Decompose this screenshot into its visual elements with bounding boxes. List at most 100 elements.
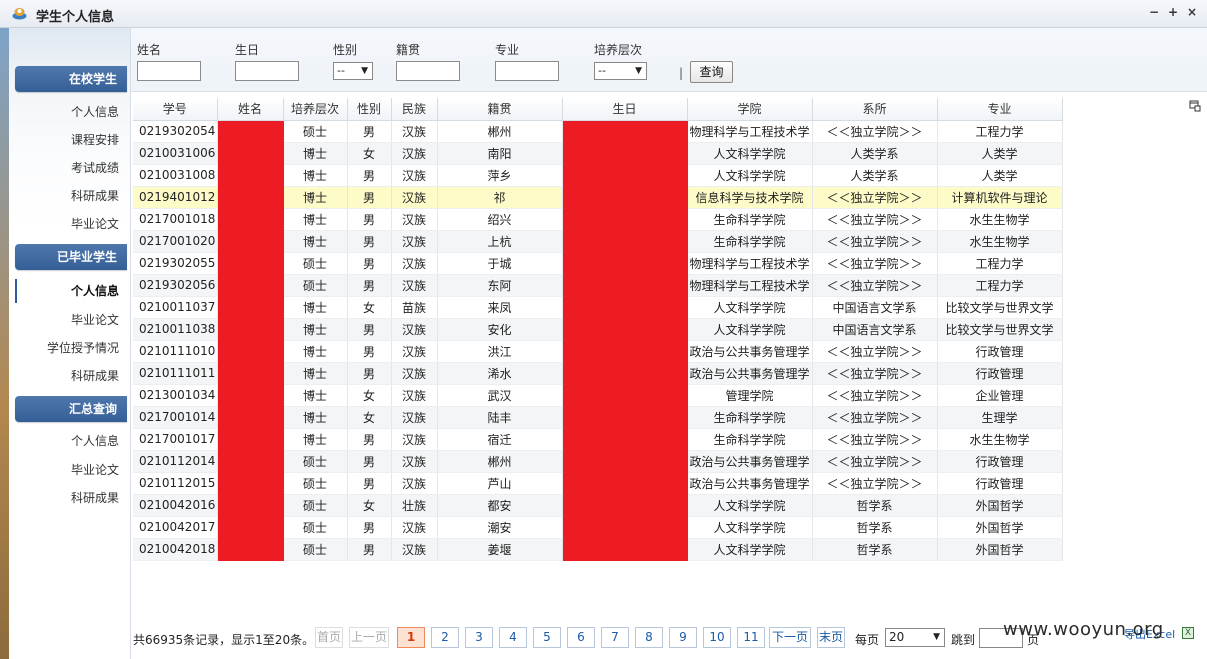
table-row[interactable]: 0210042016 硕士女壮族 都安 人文科学学院 哲学系 外国哲学 — [133, 494, 1063, 517]
gender-cell: 男 — [347, 208, 392, 231]
search-major-input[interactable] — [495, 61, 559, 81]
table-row[interactable]: 0210112014 硕士男汉族 郴州 政治与公共事务管理学 ＜＜独立学院＞＞ 行政管理 — [133, 450, 1063, 473]
sidebar-section-summary[interactable]: 汇总查询 — [15, 396, 127, 422]
search-gender-label: 性别 — [333, 43, 358, 57]
column-header[interactable]: 性别 — [347, 98, 392, 121]
sidebar-item-summary-thesis[interactable]: 毕业论文 — [15, 458, 127, 482]
search-name-input[interactable] — [137, 61, 201, 81]
sidebar-item-summary-research[interactable]: 科研成果 — [15, 486, 127, 510]
prev-page-button[interactable]: 上一页 — [349, 627, 389, 648]
search-gender-select[interactable]: -- ▼ — [333, 62, 373, 80]
sidebar-item-graduated-degree[interactable]: 学位授予情况 — [15, 336, 127, 360]
sidebar-section-graduated[interactable]: 已毕业学生 — [15, 244, 127, 270]
column-header[interactable]: 民族 — [391, 98, 438, 121]
table-row[interactable]: 0219302056 硕士男汉族 东阿 物理科学与工程技术学 ＜＜独立学院＞＞ 工程力学 — [133, 274, 1063, 297]
page-number-button[interactable]: 10 — [703, 627, 731, 648]
sidebar-item-summary-personal-info[interactable]: 个人信息 — [15, 429, 127, 453]
birthday-cell-redacted — [562, 120, 688, 143]
table-row[interactable]: 0219302055 硕士男汉族 于城 物理科学与工程技术学 ＜＜独立学院＞＞ 工程力学 — [133, 252, 1063, 275]
table-row[interactable]: 0210111011 博士男汉族 浠水 政治与公共事务管理学 ＜＜独立学院＞＞ 行政管理 — [133, 362, 1063, 385]
table-row[interactable]: 0217001020 博士男汉族 上杭 生命科学学院 ＜＜独立学院＞＞ 水生生物学 — [133, 230, 1063, 253]
ethnicity-cell: 汉族 — [391, 208, 438, 231]
table-row[interactable]: 0213001034 博士女汉族 武汉 管理学院 ＜＜独立学院＞＞ 企业管理 — [133, 384, 1063, 407]
sidebar-item-graduated-personal-info[interactable]: 个人信息 — [15, 279, 127, 303]
major-cell: 比较文学与世界文学 — [937, 296, 1063, 319]
maximize-icon[interactable]: + — [1166, 5, 1180, 19]
department-cell: 哲学系 — [812, 494, 938, 517]
page-number-button[interactable]: 8 — [635, 627, 663, 648]
page-number-button[interactable]: 6 — [567, 627, 595, 648]
column-header[interactable]: 学号 — [133, 98, 218, 121]
page-number-button[interactable]: 5 — [533, 627, 561, 648]
table-row[interactable]: 0210011037 博士女苗族 来凤 人文科学学院 中国语言文学系 比较文学与世界文学 — [133, 296, 1063, 319]
student-id-cell: 0210031006 — [133, 142, 218, 165]
query-button[interactable]: 查询 — [690, 61, 733, 83]
column-header[interactable]: 籍贯 — [437, 98, 563, 121]
table-row[interactable]: 0210031006 博士女汉族 南阳 人文科学学院 人类学系 人类学 — [133, 142, 1063, 165]
department-cell: ＜＜独立学院＞＞ — [812, 186, 938, 209]
sidebar-item-enrolled-research[interactable]: 科研成果 — [15, 184, 127, 208]
search-hometown-input[interactable] — [396, 61, 460, 81]
birthday-cell-redacted — [562, 296, 688, 319]
name-cell-redacted — [217, 142, 284, 165]
major-cell: 人类学 — [937, 142, 1063, 165]
column-header[interactable]: 姓名 — [217, 98, 284, 121]
next-page-button[interactable]: 下一页 — [769, 627, 811, 648]
search-level-label: 培养层次 — [594, 43, 643, 57]
per-page-select[interactable]: 20 ▼ — [885, 628, 945, 647]
sidebar-section-enrolled[interactable]: 在校学生 — [15, 66, 127, 92]
page-number-button[interactable]: 2 — [431, 627, 459, 648]
table-row[interactable]: 0217001018 博士男汉族 绍兴 生命科学学院 ＜＜独立学院＞＞ 水生生物学 — [133, 208, 1063, 231]
page-number-button[interactable]: 1 — [397, 627, 425, 648]
page-number-button[interactable]: 7 — [601, 627, 629, 648]
excel-icon[interactable]: X — [1182, 627, 1194, 639]
level-cell: 博士 — [283, 362, 348, 385]
search-birthday-input[interactable] — [235, 61, 299, 81]
table-row[interactable]: 0210042018 硕士男汉族 姜堰 人文科学学院 哲学系 外国哲学 — [133, 538, 1063, 561]
chevron-down-icon: ▼ — [361, 66, 368, 76]
search-bar: 姓名 生日 性别 -- ▼ 籍贯 专业 培养层次 -- ▼ | 查询 — [131, 28, 1207, 92]
column-header[interactable]: 学院 — [687, 98, 813, 121]
department-cell: 哲学系 — [812, 516, 938, 539]
first-page-button[interactable]: 首页 — [315, 627, 343, 648]
last-page-button[interactable]: 末页 — [817, 627, 845, 648]
sidebar-item-graduated-research[interactable]: 科研成果 — [15, 364, 127, 388]
college-cell: 生命科学学院 — [687, 230, 813, 253]
search-level-select[interactable]: -- ▼ — [594, 62, 647, 80]
birthday-cell-redacted — [562, 538, 688, 561]
column-header[interactable]: 专业 — [937, 98, 1063, 121]
name-cell-redacted — [217, 164, 284, 187]
sidebar-item-enrolled-thesis[interactable]: 毕业论文 — [15, 212, 127, 236]
sidebar-item-enrolled-personal-info[interactable]: 个人信息 — [15, 100, 127, 124]
birthday-cell-redacted — [562, 472, 688, 495]
page-number-button[interactable]: 11 — [737, 627, 765, 648]
column-menu-icon[interactable] — [1189, 100, 1201, 112]
close-icon[interactable]: × — [1185, 5, 1199, 19]
sidebar-item-enrolled-exam-scores[interactable]: 考试成绩 — [15, 156, 127, 180]
sidebar-item-graduated-thesis[interactable]: 毕业论文 — [15, 308, 127, 332]
column-header[interactable]: 生日 — [562, 98, 688, 121]
table-row[interactable]: 0217001017 博士男汉族 宿迁 生命科学学院 ＜＜独立学院＞＞ 水生生物学 — [133, 428, 1063, 451]
level-cell: 博士 — [283, 186, 348, 209]
table-row[interactable]: 0219302054 硕士男汉族 郴州 物理科学与工程技术学 ＜＜独立学院＞＞ 工程力学 — [133, 120, 1063, 143]
table-row[interactable]: 0210112015 硕士男汉族 芦山 政治与公共事务管理学 ＜＜独立学院＞＞ 行政管理 — [133, 472, 1063, 495]
birthday-cell-redacted — [562, 384, 688, 407]
student-id-cell: 0219302054 — [133, 120, 218, 143]
page-number-button[interactable]: 4 — [499, 627, 527, 648]
hometown-cell: 姜堰 — [437, 538, 563, 561]
college-cell: 人文科学学院 — [687, 538, 813, 561]
table-row[interactable]: 0210031008 博士男汉族 萍乡 人文科学学院 人类学系 人类学 — [133, 164, 1063, 187]
table-row[interactable]: 0210111010 博士男汉族 洪江 政治与公共事务管理学 ＜＜独立学院＞＞ 行政管理 — [133, 340, 1063, 363]
minimize-icon[interactable]: − — [1147, 5, 1161, 19]
column-header[interactable]: 培养层次 — [283, 98, 348, 121]
hometown-cell: 来凤 — [437, 296, 563, 319]
column-header[interactable]: 系所 — [812, 98, 938, 121]
sidebar-item-enrolled-course-schedule[interactable]: 课程安排 — [15, 128, 127, 152]
table-row[interactable]: 0219401012 博士男汉族祁 信息科学与技术学院 ＜＜独立学院＞＞ 计算机软件与理… — [133, 186, 1063, 209]
student-grid: 学号 姓名 培养层次 性别 民族 籍贯 生日 学院 系所 专业 0219302054 硕士男汉族 郴州… — [133, 98, 1063, 561]
table-row[interactable]: 0210011038 博士男汉族 安化 人文科学学院 中国语言文学系 比较文学与世界文学 — [133, 318, 1063, 341]
page-number-button[interactable]: 9 — [669, 627, 697, 648]
page-number-button[interactable]: 3 — [465, 627, 493, 648]
table-row[interactable]: 0210042017 硕士男汉族 潮安 人文科学学院 哲学系 外国哲学 — [133, 516, 1063, 539]
table-row[interactable]: 0217001014 博士女汉族 陆丰 生命科学学院 ＜＜独立学院＞＞ 生理学 — [133, 406, 1063, 429]
